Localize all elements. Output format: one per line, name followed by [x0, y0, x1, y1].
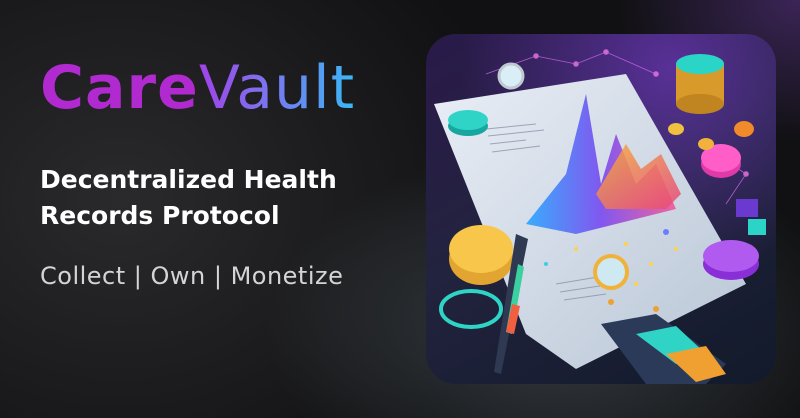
illustration-svg [426, 34, 776, 384]
brand-logo: CareVault [40, 58, 355, 118]
subline: Collect | Own | Monetize [40, 262, 344, 290]
disc-gold-large [449, 225, 513, 285]
disc-teal [448, 110, 488, 136]
cylinder-gold [676, 54, 724, 114]
brand-vault: Vault [198, 53, 356, 123]
brand-care: Care [40, 53, 199, 123]
tagline: Decentralized Health Records Protocol [40, 162, 400, 234]
tagline-line-2: Records Protocol [40, 201, 280, 230]
disc-purple [703, 240, 759, 280]
banner: CareVault Decentralized Health Records P… [0, 0, 800, 418]
health-data-illustration [426, 34, 776, 384]
tagline-line-1: Decentralized Health [40, 165, 337, 194]
